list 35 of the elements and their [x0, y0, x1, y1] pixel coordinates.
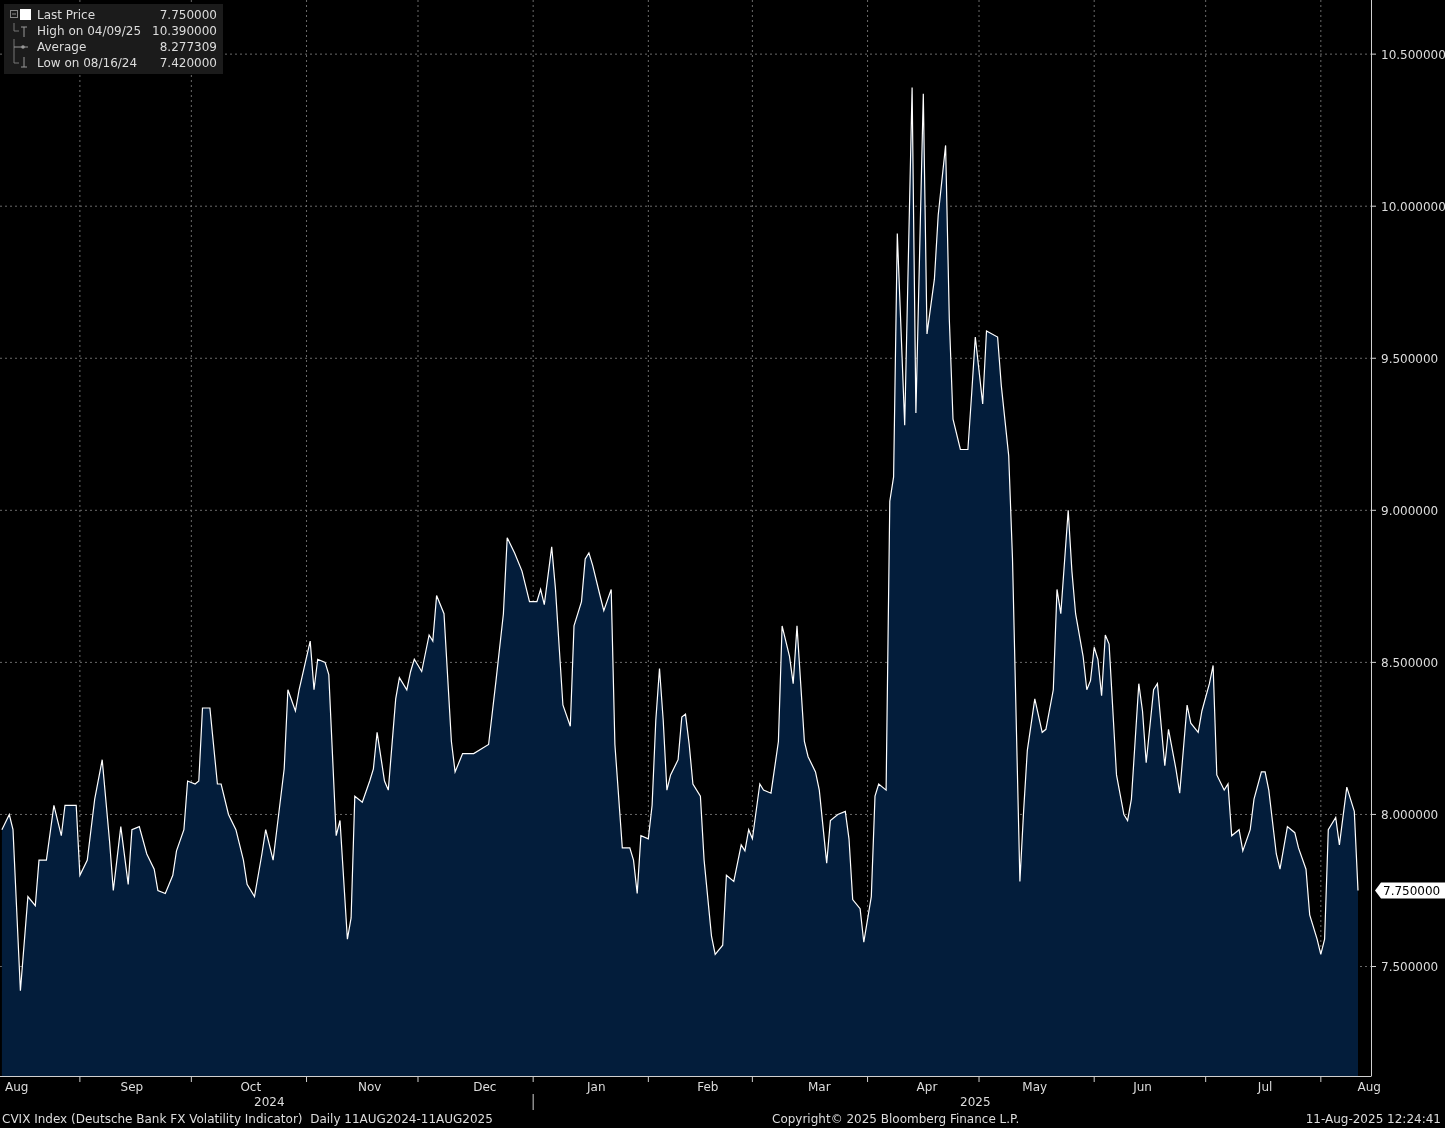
month-label: Apr [916, 1080, 938, 1094]
month-label: Sep [120, 1080, 144, 1094]
legend-label: Last Price [37, 8, 97, 22]
legend-label: High on 04/09/25 [37, 24, 143, 38]
legend-label: Average [37, 40, 88, 54]
y-axis-label: 10.500000 [1381, 47, 1445, 62]
month-label: Aug [1357, 1080, 1381, 1094]
collapse-and-swatch-icon[interactable] [10, 7, 32, 23]
legend-value: 7.420000 [158, 56, 217, 70]
month-label: Nov [358, 1080, 382, 1094]
legend-label: Low on 08/16/24 [37, 56, 139, 70]
month-label: Dec [473, 1080, 497, 1094]
year-label: 2025 [960, 1095, 991, 1109]
y-axis-label: 8.500000 [1381, 655, 1439, 670]
month-label: May [1022, 1080, 1048, 1094]
month-label: Aug [5, 1080, 29, 1094]
y-axis-label: 9.500000 [1381, 351, 1439, 366]
month-label: Feb [697, 1080, 719, 1094]
legend-value: 10.390000 [151, 24, 217, 38]
year-label: 2024 [254, 1095, 285, 1109]
y-axis-label: 7.500000 [1381, 960, 1439, 974]
month-label: Jun [1133, 1080, 1152, 1094]
y-axis-label: 10.000000 [1381, 199, 1445, 214]
month-label: Jul [1257, 1080, 1273, 1094]
month-label: Jan [587, 1080, 606, 1094]
chart-description: CVIX Index (Deutsche Bank FX Volatility Indicator) Daily 11AUG2024-11AUG2025 [2, 1112, 494, 1126]
copyright-text: Copyright© 2025 Bloomberg Finance L.P. [772, 1112, 1021, 1126]
y-axis-label: 8.000000 [1381, 807, 1439, 822]
legend-value: 7.750000 [158, 8, 217, 22]
month-label: Mar [807, 1080, 831, 1094]
last-price-tag: 7.750000 [1375, 882, 1445, 899]
y-axis-label: 9.000000 [1381, 503, 1439, 518]
timestamp: 11-Aug-2025 12:24:41 [1305, 1112, 1441, 1126]
legend-value: 8.277309 [158, 40, 217, 54]
month-label: Oct [240, 1080, 262, 1094]
